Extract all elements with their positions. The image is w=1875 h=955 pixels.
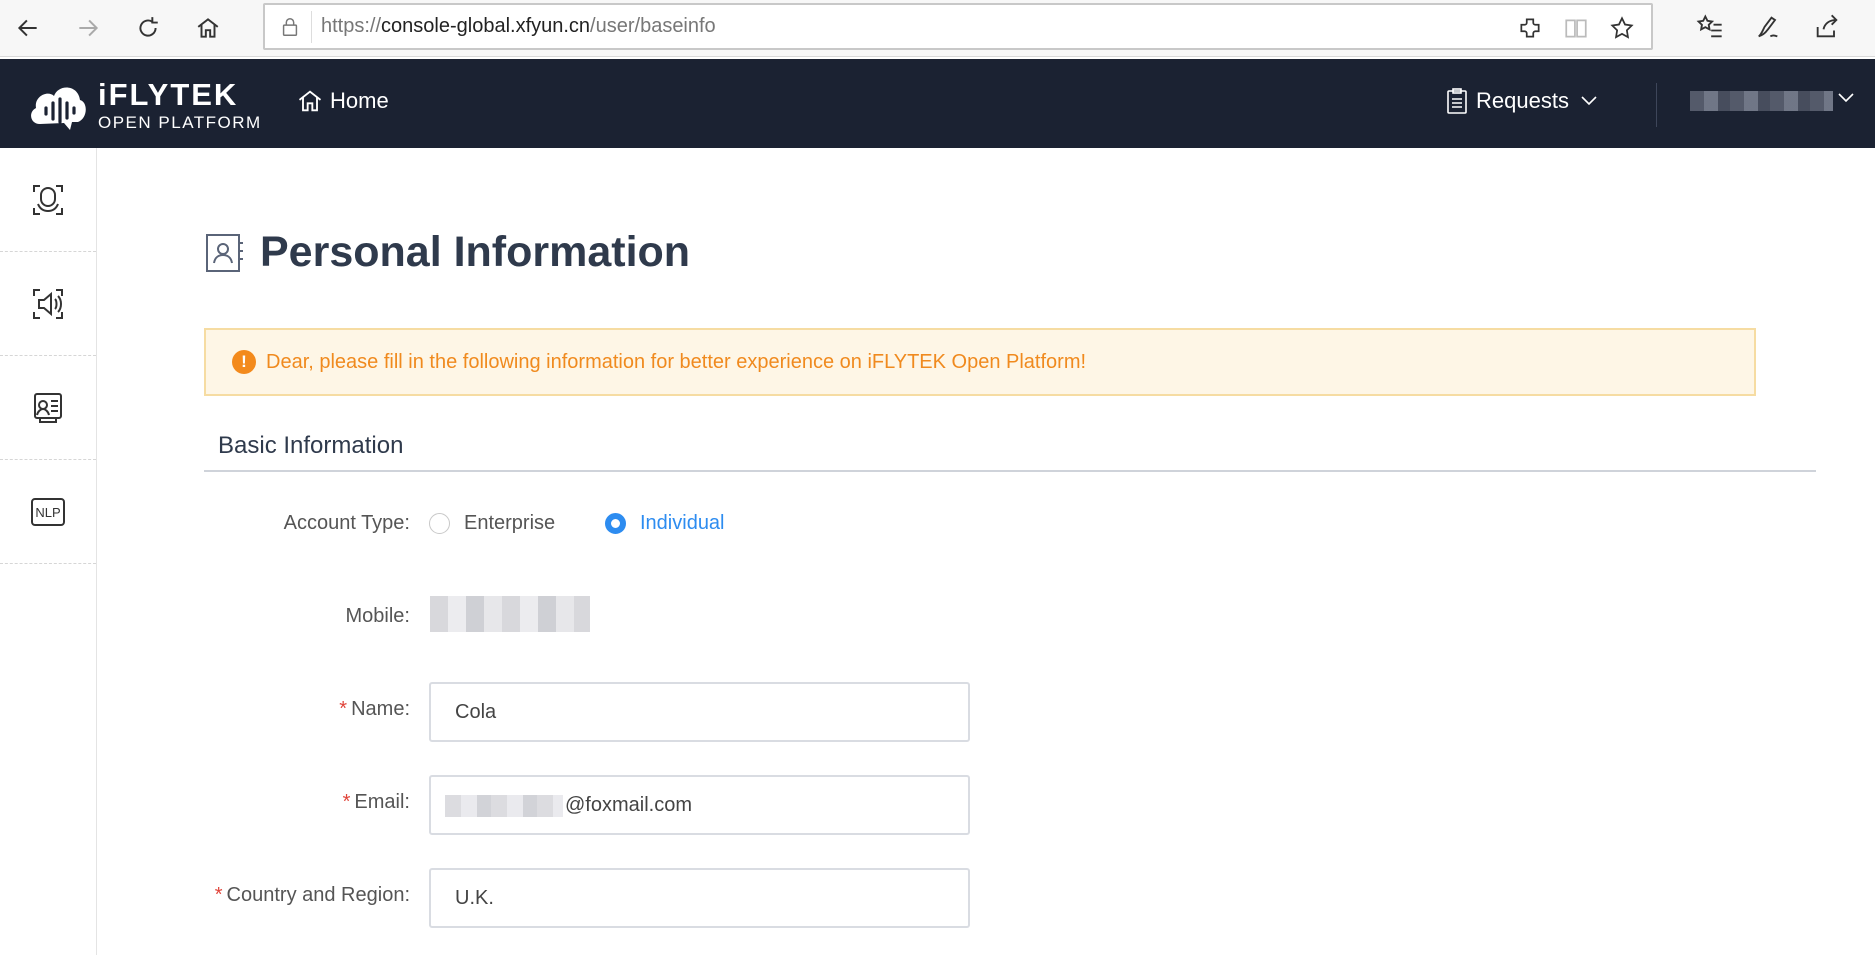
header-divider xyxy=(1656,83,1657,127)
logo-brand: iFLYTEK xyxy=(98,77,239,112)
logo-subtitle: OPEN PLATFORM xyxy=(98,113,262,132)
sidebar-item-speech-synthesis[interactable] xyxy=(0,252,96,356)
email-label: * Email: xyxy=(204,791,410,814)
speech-recognition-icon xyxy=(33,184,63,215)
page-title: Personal Information xyxy=(260,228,691,276)
email-value: @foxmail.com xyxy=(565,794,692,816)
lock-icon xyxy=(282,18,298,36)
chevron-down-icon[interactable] xyxy=(1838,93,1854,103)
nav-requests-label: Requests xyxy=(1476,88,1569,113)
radio-circle-checked xyxy=(605,513,626,534)
radio-label: Enterprise xyxy=(464,512,556,534)
radio-circle xyxy=(429,513,450,534)
mobile-label: Mobile: xyxy=(345,605,410,627)
account-type-label: Account Type: xyxy=(283,512,410,534)
app-header: iFLYTEK OPEN PLATFORM Home Requests xyxy=(0,59,1875,148)
sidebar-item-voice-assistant[interactable] xyxy=(0,356,96,460)
svg-text:NLP: NLP xyxy=(35,505,60,520)
sidebar-item-nlp[interactable]: NLP xyxy=(0,460,96,564)
section-title: Basic Information xyxy=(218,432,404,459)
user-account-name[interactable] xyxy=(1690,91,1833,111)
name-label-text: Name: xyxy=(351,698,410,720)
refresh-icon xyxy=(139,17,158,37)
favorites-list-icon[interactable] xyxy=(1696,13,1724,41)
warning-icon: ! xyxy=(232,350,256,374)
main-content: Personal Information ! Dear, please fill… xyxy=(98,148,1875,955)
email-input[interactable]: @foxmail.com xyxy=(429,775,970,835)
pen-icon[interactable] xyxy=(1754,13,1782,41)
speech-synthesis-icon xyxy=(33,288,63,319)
home-button[interactable] xyxy=(188,8,228,48)
sidebar: NLP xyxy=(0,148,97,955)
radio-enterprise[interactable]: Enterprise xyxy=(429,512,555,535)
mobile-value xyxy=(430,596,590,632)
country-label-text: Country and Region: xyxy=(226,884,410,906)
forward-arrow-icon xyxy=(79,19,99,37)
section-divider xyxy=(204,470,1816,472)
logo-cloud-icon xyxy=(31,87,86,130)
nav-home-link[interactable]: Home xyxy=(296,87,389,115)
url-path: /user/baseinfo xyxy=(590,15,716,37)
name-input[interactable]: Cola xyxy=(429,682,970,742)
back-arrow-icon xyxy=(17,19,37,37)
country-input[interactable]: U.K. xyxy=(429,868,970,928)
required-mark: * xyxy=(214,884,223,906)
page-header: Personal Information xyxy=(204,228,690,277)
forward-button[interactable] xyxy=(68,8,108,48)
radio-label: Individual xyxy=(640,512,725,534)
alert-text: Dear, please fill in the following infor… xyxy=(266,350,1087,373)
browser-toolbar: https://console-global.xfyun.cn/user/bas… xyxy=(0,0,1875,57)
radio-individual[interactable]: Individual xyxy=(605,512,725,535)
url-divider xyxy=(311,11,312,43)
favorite-star-icon[interactable] xyxy=(1609,15,1635,41)
share-icon[interactable] xyxy=(1813,13,1841,41)
name-label: * Name: xyxy=(204,698,410,721)
refresh-button[interactable] xyxy=(128,8,168,48)
nav-home-label: Home xyxy=(330,88,389,113)
reading-view-icon[interactable] xyxy=(1563,15,1589,41)
home-icon xyxy=(197,18,219,38)
sidebar-item-speech-recognition[interactable] xyxy=(0,148,96,252)
home-icon xyxy=(298,90,322,112)
voice-assistant-icon xyxy=(34,392,62,423)
contact-card-icon xyxy=(206,233,243,272)
required-mark: * xyxy=(339,698,348,720)
address-bar[interactable]: https://console-global.xfyun.cn/user/bas… xyxy=(263,3,1653,50)
nav-requests-menu[interactable]: Requests xyxy=(1446,88,1605,114)
chevron-down-icon xyxy=(1581,96,1597,106)
url-host: console-global.xfyun.cn xyxy=(381,15,591,37)
url-text[interactable]: https://console-global.xfyun.cn/user/bas… xyxy=(321,15,716,38)
email-label-text: Email: xyxy=(354,791,410,813)
clipboard-icon xyxy=(1447,88,1467,114)
required-mark: * xyxy=(342,791,351,813)
extension-icon[interactable] xyxy=(1517,15,1543,41)
info-alert: ! Dear, please fill in the following inf… xyxy=(204,328,1756,396)
iflytek-logo[interactable]: iFLYTEK OPEN PLATFORM xyxy=(26,77,262,133)
nlp-icon: NLP xyxy=(31,497,65,526)
email-user-blur xyxy=(445,795,563,817)
country-label: * Country and Region: xyxy=(204,884,410,907)
back-button[interactable] xyxy=(8,8,48,48)
url-prefix: https:// xyxy=(321,15,382,37)
logo-text: iFLYTEK OPEN PLATFORM xyxy=(98,79,262,131)
